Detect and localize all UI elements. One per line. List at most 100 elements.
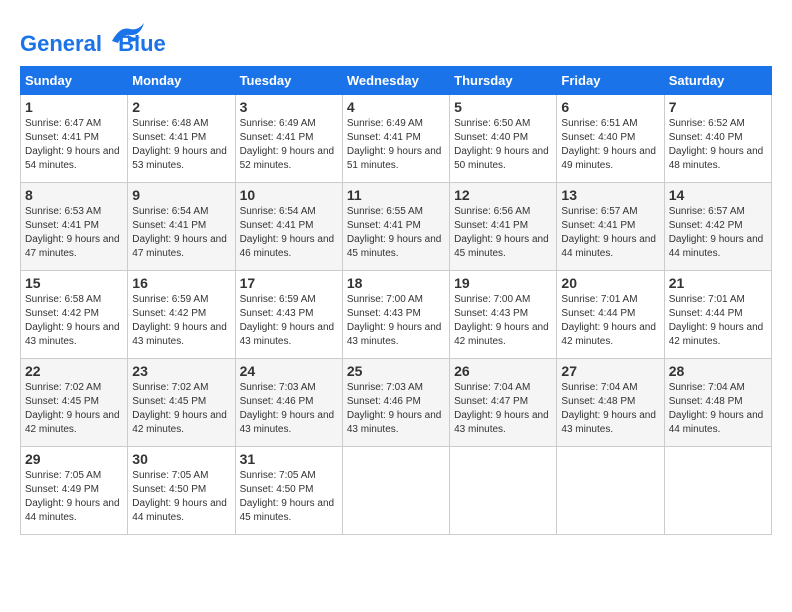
- cell-info: Sunrise: 6:50 AM Sunset: 4:40 PM Dayligh…: [454, 117, 552, 173]
- cell-info: Sunrise: 7:05 AM Sunset: 4:49 PM Dayligh…: [25, 469, 123, 525]
- day-number: 13: [561, 187, 659, 203]
- calendar-cell: 14 Sunrise: 6:57 AM Sunset: 4:42 PM Dayl…: [664, 183, 771, 271]
- calendar-cell: [342, 447, 449, 535]
- calendar-cell: 1 Sunrise: 6:47 AM Sunset: 4:41 PM Dayli…: [21, 95, 128, 183]
- day-number: 28: [669, 363, 767, 379]
- calendar-cell: 21 Sunrise: 7:01 AM Sunset: 4:44 PM Dayl…: [664, 271, 771, 359]
- calendar-cell: 18 Sunrise: 7:00 AM Sunset: 4:43 PM Dayl…: [342, 271, 449, 359]
- col-header-wednesday: Wednesday: [342, 67, 449, 95]
- calendar-cell: [664, 447, 771, 535]
- col-header-thursday: Thursday: [450, 67, 557, 95]
- calendar-cell: 5 Sunrise: 6:50 AM Sunset: 4:40 PM Dayli…: [450, 95, 557, 183]
- page-header: General Blue: [20, 20, 772, 56]
- calendar-week-row: 8 Sunrise: 6:53 AM Sunset: 4:41 PM Dayli…: [21, 183, 772, 271]
- calendar-cell: 4 Sunrise: 6:49 AM Sunset: 4:41 PM Dayli…: [342, 95, 449, 183]
- cell-info: Sunrise: 6:47 AM Sunset: 4:41 PM Dayligh…: [25, 117, 123, 173]
- calendar-cell: 22 Sunrise: 7:02 AM Sunset: 4:45 PM Dayl…: [21, 359, 128, 447]
- calendar-cell: 12 Sunrise: 6:56 AM Sunset: 4:41 PM Dayl…: [450, 183, 557, 271]
- calendar-cell: 6 Sunrise: 6:51 AM Sunset: 4:40 PM Dayli…: [557, 95, 664, 183]
- cell-info: Sunrise: 6:59 AM Sunset: 4:42 PM Dayligh…: [132, 293, 230, 349]
- cell-info: Sunrise: 6:51 AM Sunset: 4:40 PM Dayligh…: [561, 117, 659, 173]
- calendar-cell: 3 Sunrise: 6:49 AM Sunset: 4:41 PM Dayli…: [235, 95, 342, 183]
- calendar-cell: 9 Sunrise: 6:54 AM Sunset: 4:41 PM Dayli…: [128, 183, 235, 271]
- day-number: 19: [454, 275, 552, 291]
- col-header-monday: Monday: [128, 67, 235, 95]
- cell-info: Sunrise: 7:05 AM Sunset: 4:50 PM Dayligh…: [240, 469, 338, 525]
- day-number: 6: [561, 99, 659, 115]
- day-number: 7: [669, 99, 767, 115]
- calendar-cell: 27 Sunrise: 7:04 AM Sunset: 4:48 PM Dayl…: [557, 359, 664, 447]
- calendar-cell: [557, 447, 664, 535]
- cell-info: Sunrise: 6:53 AM Sunset: 4:41 PM Dayligh…: [25, 205, 123, 261]
- day-number: 1: [25, 99, 123, 115]
- day-number: 27: [561, 363, 659, 379]
- calendar-week-row: 22 Sunrise: 7:02 AM Sunset: 4:45 PM Dayl…: [21, 359, 772, 447]
- day-number: 21: [669, 275, 767, 291]
- cell-info: Sunrise: 7:04 AM Sunset: 4:48 PM Dayligh…: [669, 381, 767, 437]
- day-number: 4: [347, 99, 445, 115]
- day-number: 11: [347, 187, 445, 203]
- cell-info: Sunrise: 6:57 AM Sunset: 4:41 PM Dayligh…: [561, 205, 659, 261]
- cell-info: Sunrise: 7:01 AM Sunset: 4:44 PM Dayligh…: [561, 293, 659, 349]
- calendar-cell: 13 Sunrise: 6:57 AM Sunset: 4:41 PM Dayl…: [557, 183, 664, 271]
- calendar-cell: 28 Sunrise: 7:04 AM Sunset: 4:48 PM Dayl…: [664, 359, 771, 447]
- cell-info: Sunrise: 6:55 AM Sunset: 4:41 PM Dayligh…: [347, 205, 445, 261]
- day-number: 16: [132, 275, 230, 291]
- day-number: 30: [132, 451, 230, 467]
- day-number: 22: [25, 363, 123, 379]
- cell-info: Sunrise: 6:56 AM Sunset: 4:41 PM Dayligh…: [454, 205, 552, 261]
- day-number: 15: [25, 275, 123, 291]
- cell-info: Sunrise: 6:48 AM Sunset: 4:41 PM Dayligh…: [132, 117, 230, 173]
- calendar-cell: 23 Sunrise: 7:02 AM Sunset: 4:45 PM Dayl…: [128, 359, 235, 447]
- calendar-table: SundayMondayTuesdayWednesdayThursdayFrid…: [20, 66, 772, 535]
- col-header-sunday: Sunday: [21, 67, 128, 95]
- calendar-cell: 11 Sunrise: 6:55 AM Sunset: 4:41 PM Dayl…: [342, 183, 449, 271]
- day-number: 5: [454, 99, 552, 115]
- day-number: 2: [132, 99, 230, 115]
- cell-info: Sunrise: 7:03 AM Sunset: 4:46 PM Dayligh…: [347, 381, 445, 437]
- day-number: 17: [240, 275, 338, 291]
- calendar-header-row: SundayMondayTuesdayWednesdayThursdayFrid…: [21, 67, 772, 95]
- calendar-week-row: 29 Sunrise: 7:05 AM Sunset: 4:49 PM Dayl…: [21, 447, 772, 535]
- day-number: 12: [454, 187, 552, 203]
- calendar-week-row: 15 Sunrise: 6:58 AM Sunset: 4:42 PM Dayl…: [21, 271, 772, 359]
- day-number: 20: [561, 275, 659, 291]
- day-number: 29: [25, 451, 123, 467]
- calendar-cell: 17 Sunrise: 6:59 AM Sunset: 4:43 PM Dayl…: [235, 271, 342, 359]
- calendar-week-row: 1 Sunrise: 6:47 AM Sunset: 4:41 PM Dayli…: [21, 95, 772, 183]
- calendar-cell: 30 Sunrise: 7:05 AM Sunset: 4:50 PM Dayl…: [128, 447, 235, 535]
- calendar-cell: 29 Sunrise: 7:05 AM Sunset: 4:49 PM Dayl…: [21, 447, 128, 535]
- cell-info: Sunrise: 7:04 AM Sunset: 4:48 PM Dayligh…: [561, 381, 659, 437]
- cell-info: Sunrise: 7:01 AM Sunset: 4:44 PM Dayligh…: [669, 293, 767, 349]
- day-number: 18: [347, 275, 445, 291]
- calendar-cell: [450, 447, 557, 535]
- calendar-cell: 15 Sunrise: 6:58 AM Sunset: 4:42 PM Dayl…: [21, 271, 128, 359]
- cell-info: Sunrise: 7:02 AM Sunset: 4:45 PM Dayligh…: [132, 381, 230, 437]
- day-number: 3: [240, 99, 338, 115]
- calendar-cell: 24 Sunrise: 7:03 AM Sunset: 4:46 PM Dayl…: [235, 359, 342, 447]
- cell-info: Sunrise: 7:04 AM Sunset: 4:47 PM Dayligh…: [454, 381, 552, 437]
- logo-blue: Blue: [118, 32, 166, 56]
- cell-info: Sunrise: 6:52 AM Sunset: 4:40 PM Dayligh…: [669, 117, 767, 173]
- calendar-cell: 8 Sunrise: 6:53 AM Sunset: 4:41 PM Dayli…: [21, 183, 128, 271]
- day-number: 10: [240, 187, 338, 203]
- calendar-cell: 26 Sunrise: 7:04 AM Sunset: 4:47 PM Dayl…: [450, 359, 557, 447]
- col-header-saturday: Saturday: [664, 67, 771, 95]
- calendar-cell: 2 Sunrise: 6:48 AM Sunset: 4:41 PM Dayli…: [128, 95, 235, 183]
- cell-info: Sunrise: 6:59 AM Sunset: 4:43 PM Dayligh…: [240, 293, 338, 349]
- col-header-friday: Friday: [557, 67, 664, 95]
- cell-info: Sunrise: 7:02 AM Sunset: 4:45 PM Dayligh…: [25, 381, 123, 437]
- cell-info: Sunrise: 6:49 AM Sunset: 4:41 PM Dayligh…: [240, 117, 338, 173]
- calendar-cell: 31 Sunrise: 7:05 AM Sunset: 4:50 PM Dayl…: [235, 447, 342, 535]
- cell-info: Sunrise: 7:03 AM Sunset: 4:46 PM Dayligh…: [240, 381, 338, 437]
- cell-info: Sunrise: 7:00 AM Sunset: 4:43 PM Dayligh…: [347, 293, 445, 349]
- day-number: 31: [240, 451, 338, 467]
- day-number: 14: [669, 187, 767, 203]
- calendar-cell: 7 Sunrise: 6:52 AM Sunset: 4:40 PM Dayli…: [664, 95, 771, 183]
- day-number: 24: [240, 363, 338, 379]
- cell-info: Sunrise: 6:54 AM Sunset: 4:41 PM Dayligh…: [240, 205, 338, 261]
- cell-info: Sunrise: 6:58 AM Sunset: 4:42 PM Dayligh…: [25, 293, 123, 349]
- day-number: 9: [132, 187, 230, 203]
- calendar-cell: 20 Sunrise: 7:01 AM Sunset: 4:44 PM Dayl…: [557, 271, 664, 359]
- cell-info: Sunrise: 6:49 AM Sunset: 4:41 PM Dayligh…: [347, 117, 445, 173]
